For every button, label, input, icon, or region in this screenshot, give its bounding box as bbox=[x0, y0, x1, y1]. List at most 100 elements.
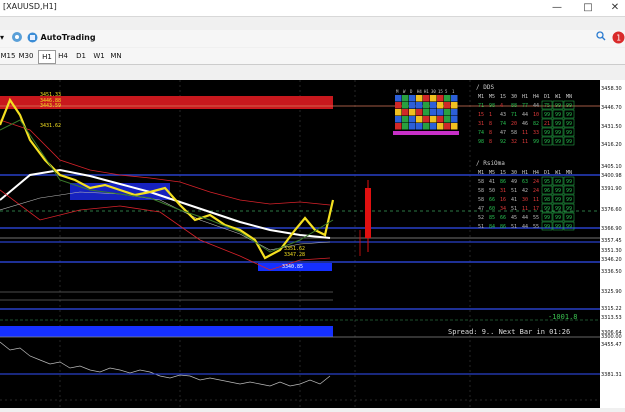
table-cell: 99 bbox=[544, 139, 550, 145]
table-cell: 99 bbox=[544, 206, 550, 212]
dds-table: / DDSM1 M5 15 30 H1 H4 D1 W1 MN71 98 4 88 77 44 75 99 99… bbox=[476, 84, 575, 146]
table-cell: 99 bbox=[555, 139, 561, 145]
heatmap-cell bbox=[423, 95, 430, 102]
heatmap-cell bbox=[430, 109, 437, 116]
table-cell: 41 bbox=[511, 197, 517, 203]
heatmap-cell bbox=[402, 102, 409, 109]
experts-icon[interactable] bbox=[11, 31, 23, 45]
table-cell: 63 bbox=[522, 179, 528, 185]
price-tick: 3346.20 bbox=[601, 257, 622, 263]
heatmap-cell bbox=[416, 116, 423, 123]
table-cell: 44 bbox=[533, 103, 539, 109]
price-tick: 3366.90 bbox=[601, 226, 622, 232]
table-cell: 84 bbox=[489, 224, 495, 230]
search-icon[interactable] bbox=[596, 31, 606, 45]
table-cell: 33 bbox=[533, 130, 539, 136]
table-cell: 99 bbox=[544, 215, 550, 221]
maximize-icon[interactable]: □ bbox=[581, 1, 595, 15]
table-cell: 99 bbox=[566, 103, 572, 109]
table-cell: 99 bbox=[566, 179, 572, 185]
close-icon[interactable]: ✕ bbox=[608, 1, 622, 15]
table-cell: 99 bbox=[555, 188, 561, 194]
table-cell: 44 bbox=[522, 215, 528, 221]
table-cell: 20 bbox=[511, 121, 517, 127]
table-cell: 58 bbox=[478, 188, 484, 194]
table-cell: 95 bbox=[544, 179, 550, 185]
table-cell: 99 bbox=[566, 224, 572, 230]
table-cell: 86 bbox=[500, 179, 506, 185]
table-cell: 99 bbox=[555, 121, 561, 127]
timeframe-h1[interactable]: H1 bbox=[38, 50, 56, 64]
table-cell: 47 bbox=[500, 130, 506, 136]
timeframe-w1[interactable]: W1 bbox=[91, 50, 107, 62]
table-cell: 88 bbox=[511, 103, 517, 109]
table-cell: 1 bbox=[489, 112, 492, 118]
minimize-icon[interactable]: — bbox=[550, 1, 564, 15]
heatmap-cell bbox=[451, 109, 458, 116]
table-title: / RsiOma bbox=[476, 160, 505, 167]
table-cell: 16 bbox=[500, 197, 506, 203]
table-cell: 96 bbox=[544, 188, 550, 194]
table-cell: 51 bbox=[511, 224, 517, 230]
table-cell: 51 bbox=[511, 188, 517, 194]
heatmap-cell bbox=[395, 109, 402, 116]
table-col-header: W1 bbox=[555, 94, 561, 100]
table-cell: 24 bbox=[533, 179, 539, 185]
notifications-icon[interactable]: 1 bbox=[612, 31, 625, 45]
table-cell: 58 bbox=[478, 197, 484, 203]
table-cell: 99 bbox=[566, 215, 572, 221]
indicator-tick: 3381.31 bbox=[601, 372, 622, 378]
table-cell: 99 bbox=[566, 206, 572, 212]
table-cell: 47 bbox=[478, 206, 484, 212]
heatmap-footer bbox=[393, 131, 459, 135]
table-cell: 99 bbox=[544, 224, 550, 230]
heatmap-cell bbox=[423, 102, 430, 109]
table-col-header: 30 bbox=[511, 170, 517, 176]
table-cell: 32 bbox=[511, 139, 517, 145]
table-cell: 77 bbox=[522, 103, 528, 109]
table-cell: 99 bbox=[555, 206, 561, 212]
heatmap-cell bbox=[444, 123, 451, 130]
table-cell: 10 bbox=[533, 112, 539, 118]
window-title: [XAUUSD,H1] bbox=[3, 2, 57, 11]
heatmap-cell bbox=[402, 95, 409, 102]
heatmap-col-label: 5 bbox=[445, 89, 448, 94]
heatmap-cell bbox=[395, 116, 402, 123]
heatmap-col-label: D bbox=[410, 89, 413, 94]
heatmap-cell bbox=[437, 109, 444, 116]
table-cell: 99 bbox=[555, 179, 561, 185]
table-cell: 50 bbox=[489, 188, 495, 194]
heatmap-cell bbox=[409, 109, 416, 116]
timeframe-m30[interactable]: M30 bbox=[18, 50, 34, 62]
table-cell: 46 bbox=[522, 121, 528, 127]
heatmap-col-label: H4 bbox=[417, 89, 422, 94]
autotrading-button[interactable]: AutoTrading bbox=[27, 31, 96, 45]
profit-value: -1001.8 bbox=[548, 313, 578, 321]
timeframe-h4[interactable]: H4 bbox=[55, 50, 71, 62]
toolbar-arrow-icon[interactable]: ▾ bbox=[0, 31, 6, 45]
table-cell: 45 bbox=[511, 215, 517, 221]
timeframe-m15[interactable]: M15 bbox=[0, 50, 16, 62]
toolbar: ▾ AutoTrading 1 bbox=[0, 30, 625, 47]
level-label: 3347.28 bbox=[284, 252, 305, 258]
table-cell: 55 bbox=[533, 215, 539, 221]
rsioma-table: / RsiOma M1 M5 15 30 H1 H4 D1 W1 MN 58 41 86 49 63 24 95… bbox=[476, 160, 575, 231]
heatmap-cell bbox=[437, 123, 444, 130]
spread-status: Spread: 9.. Next Bar in 01:26 bbox=[448, 328, 570, 336]
table-cell: 4 bbox=[500, 103, 503, 109]
table-cell: 99 bbox=[566, 130, 572, 136]
table-cell: 74 bbox=[478, 130, 484, 136]
table-cell: 85 bbox=[489, 215, 495, 221]
table-cell: 75 bbox=[544, 103, 550, 109]
price-tick: 3315.22 bbox=[601, 306, 622, 312]
table-cell: 98 bbox=[489, 103, 495, 109]
price-chart[interactable]: M W D H4 H1 30 15 5 1 / DDS M1 M5 15 30 H1 H4 D1 W1 MN 71 9… bbox=[0, 80, 600, 408]
table-col-header: 30 bbox=[511, 94, 517, 100]
table-cell: 99 bbox=[566, 188, 572, 194]
timeframe-mn[interactable]: MN bbox=[108, 50, 124, 62]
table-cell: 71 bbox=[478, 103, 484, 109]
chart-canvas[interactable]: M W D H4 H1 30 15 5 1 / DDSM1 M5 15 30 H1 H4 D1 W1 MN71 9… bbox=[0, 80, 600, 408]
table-col-header: M1 bbox=[478, 94, 484, 100]
heatmap-cell bbox=[451, 102, 458, 109]
timeframe-d1[interactable]: D1 bbox=[73, 50, 89, 62]
